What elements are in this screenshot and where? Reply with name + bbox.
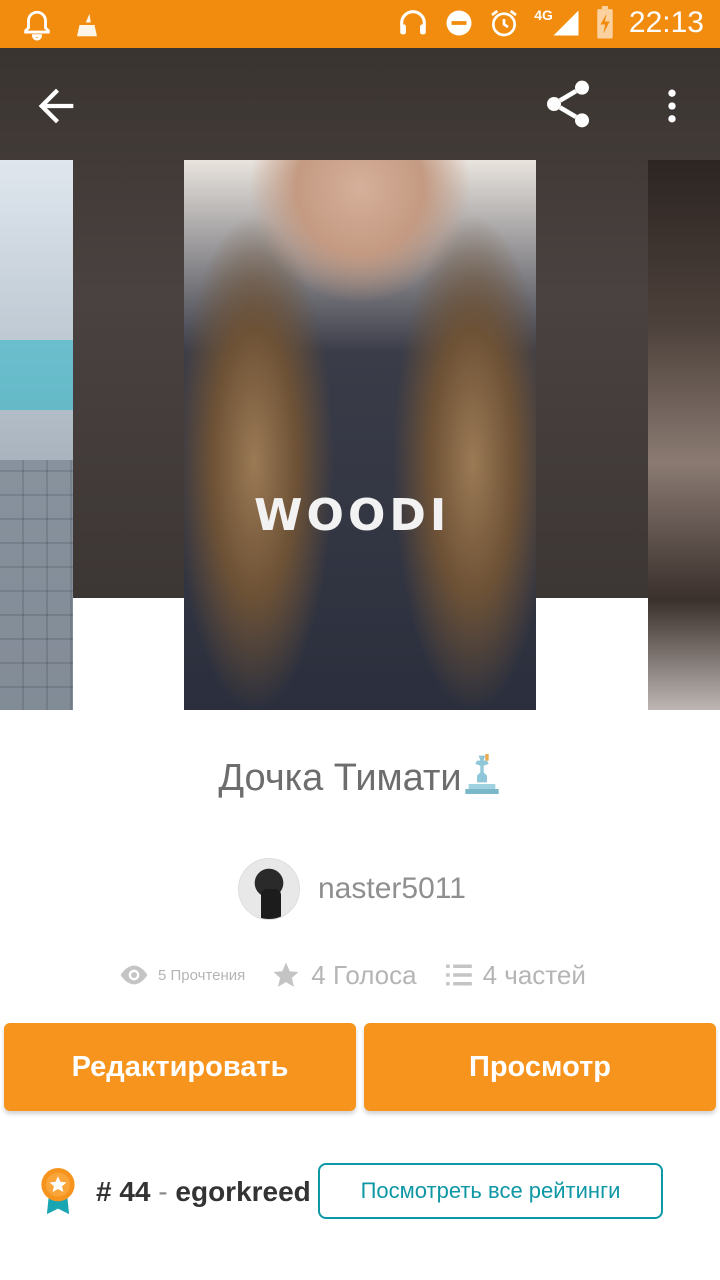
status-bar: 4G 22:13 xyxy=(0,0,720,48)
arrow-left-icon xyxy=(38,88,74,124)
more-vert-icon xyxy=(668,89,676,123)
votes-stat: 4 Голоса xyxy=(271,959,417,991)
reads-stat: 5 Прочтения xyxy=(118,963,245,987)
cover-decoration xyxy=(0,460,73,710)
headset-icon xyxy=(400,10,427,35)
rank-number: # 44 xyxy=(96,1176,151,1207)
story-title-text: Дочка Тимати xyxy=(218,757,462,799)
clock: 22:13 xyxy=(628,6,704,39)
battery-charging-icon xyxy=(597,6,613,39)
statue-of-liberty-icon xyxy=(464,754,499,794)
story-cover[interactable]: WOODI xyxy=(184,160,536,710)
ranking-row: # 44 - egorkreed xyxy=(38,1164,311,1220)
reads-count: 5 Прочтения xyxy=(158,966,246,984)
more-options-button[interactable] xyxy=(650,78,694,134)
rank-text: # 44 - egorkreed xyxy=(96,1176,311,1208)
next-story-cover[interactable] xyxy=(648,160,720,710)
story-title: Дочка Тимати xyxy=(0,752,720,800)
previous-story-cover[interactable] xyxy=(0,160,73,710)
list-icon xyxy=(445,964,472,986)
edit-button[interactable]: Редактировать xyxy=(4,1023,356,1111)
share-icon xyxy=(547,80,589,128)
votes-count: 4 Голоса xyxy=(311,959,417,990)
alarm-icon xyxy=(491,9,518,37)
notification-bell-icon xyxy=(24,10,50,41)
eye-icon xyxy=(120,965,148,985)
network-type: 4G xyxy=(534,7,553,23)
back-button[interactable] xyxy=(30,80,82,132)
rank-tag: egorkreed xyxy=(175,1176,311,1207)
view-button[interactable]: Просмотр xyxy=(364,1023,716,1111)
parts-stat: 4 частей xyxy=(445,960,586,991)
cover-shirt-text: WOODI xyxy=(254,490,451,541)
author-row[interactable]: naster5011 xyxy=(238,858,466,920)
author-name[interactable]: naster5011 xyxy=(318,872,466,906)
app-bar xyxy=(0,48,720,160)
view-all-ratings-button[interactable]: Посмотреть все рейтинги xyxy=(318,1163,663,1219)
avatar[interactable] xyxy=(238,858,300,920)
star-icon xyxy=(273,962,299,987)
cover-decoration xyxy=(0,340,73,410)
award-ribbon-icon xyxy=(41,1168,75,1215)
share-button[interactable] xyxy=(540,76,596,132)
broom-icon xyxy=(77,13,97,37)
do-not-disturb-icon xyxy=(446,10,472,36)
story-stats: 5 Прочтения 4 Голоса 4 частей xyxy=(118,950,586,1000)
rank-separator: - xyxy=(158,1176,168,1207)
signal-icon xyxy=(553,10,579,36)
parts-count: 4 частей xyxy=(482,959,586,990)
